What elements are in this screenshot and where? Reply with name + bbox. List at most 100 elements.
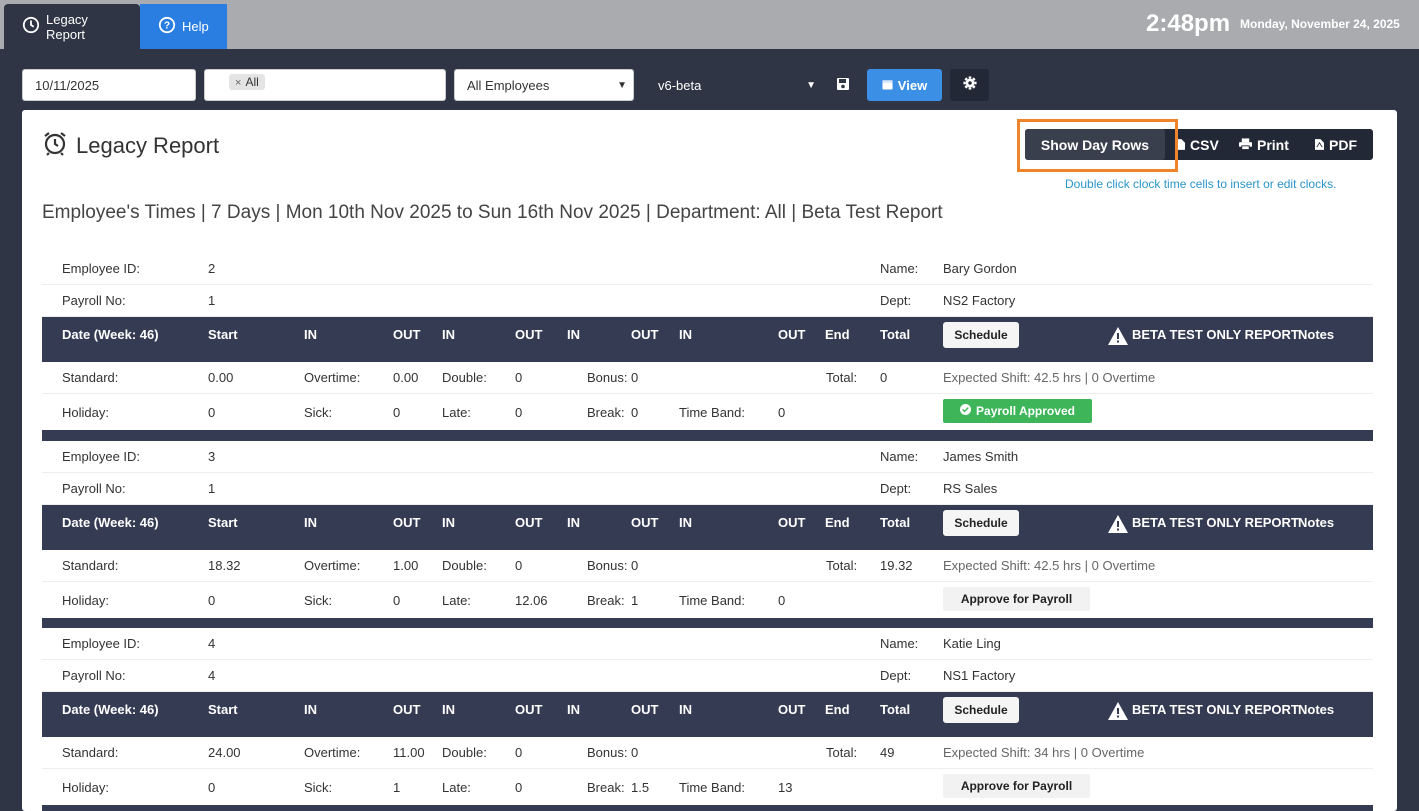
payroll-approved-badge[interactable]: Payroll Approved (943, 399, 1092, 423)
settings-button[interactable] (950, 69, 989, 101)
hint-text: Double click clock time cells to insert … (1065, 177, 1337, 191)
column-header-date_week: Date (Week: 46) (62, 327, 159, 342)
column-header-date_week: Date (Week: 46) (62, 702, 159, 717)
column-header-date_week: Date (Week: 46) (62, 515, 159, 530)
version-select[interactable]: v6-beta ▼ (642, 69, 822, 101)
gear-icon (962, 75, 977, 95)
break-label: Break: (587, 779, 625, 795)
time-band-label: Time Band: (679, 779, 745, 795)
column-header-in: IN (679, 327, 692, 342)
report-title: Employee's Times | 7 Days | Mon 10th Nov… (42, 202, 943, 223)
column-header-in: IN (304, 702, 317, 717)
chevron-down-icon: ▼ (806, 79, 816, 91)
employees-select-value: All Employees (467, 77, 550, 93)
column-header-end: End (825, 702, 850, 717)
column-header-out: OUT (778, 515, 806, 530)
tag-all[interactable]: × All (229, 74, 265, 90)
column-header-out: OUT (515, 515, 543, 530)
department-tags-input[interactable]: × All (204, 69, 446, 101)
tab-legacy-report[interactable]: Legacy Report (4, 4, 140, 49)
double-label: Double: (442, 745, 487, 760)
column-header-out: OUT (778, 702, 806, 717)
column-header-total: Total (880, 702, 911, 717)
employee-id-label: Employee ID: (62, 449, 141, 464)
pdf-label: PDF (1329, 136, 1357, 153)
standard-label: Standard: (62, 745, 119, 760)
day-header-row: Date (Week: 46) Start IN OUT IN OUT IN OUT IN OUT… (42, 317, 1373, 362)
payroll-row: Payroll No: 1 Dept: NS2 Factory (42, 285, 1373, 317)
warning-icon (1108, 327, 1128, 348)
beta-label: BETA TEST ONLY REPORT (1132, 327, 1299, 342)
overtime-label: Overtime: (304, 370, 361, 385)
column-header-in: IN (442, 327, 455, 342)
bonus-value: 0 (631, 370, 639, 385)
warning-icon (1108, 515, 1128, 536)
payroll-no-label: Payroll No: (62, 481, 126, 496)
alarm-clock-icon (42, 130, 68, 162)
total-label: Total: (826, 558, 858, 573)
schedule-button[interactable]: Schedule (943, 510, 1019, 536)
column-header-in: IN (567, 327, 580, 342)
highlight-box (1017, 119, 1178, 172)
break-label: Break: (587, 592, 625, 608)
column-header-out: OUT (631, 515, 659, 530)
column-header-out: OUT (393, 327, 421, 342)
schedule-button[interactable]: Schedule (943, 322, 1019, 348)
sick-label: Sick: (304, 404, 333, 420)
payroll-no-value: 4 (208, 668, 216, 683)
column-header-out: OUT (515, 327, 543, 342)
dept-value: NS2 Factory (943, 293, 1016, 308)
holiday-label: Holiday: (62, 592, 109, 608)
pdf-button[interactable]: PDF (1315, 129, 1357, 160)
dept-value: NS1 Factory (943, 668, 1016, 683)
tab-help[interactable]: ? Help (140, 4, 227, 49)
remove-tag-icon[interactable]: × (235, 77, 241, 89)
date-input[interactable]: 10/11/2025 (22, 69, 196, 101)
dept-label: Dept: (880, 481, 912, 496)
late-label: Late: (442, 404, 471, 420)
column-header-out: OUT (631, 327, 659, 342)
payroll-no-label: Payroll No: (62, 293, 126, 308)
save-icon[interactable] (836, 77, 850, 91)
clock-icon (22, 16, 40, 37)
employees-select[interactable]: All Employees ▼ (454, 69, 634, 101)
employee-id-value: 2 (208, 261, 216, 276)
check-circle-icon (960, 404, 972, 418)
column-header-total: Total (880, 327, 911, 342)
total-value: 49 (880, 745, 895, 760)
bonus-label: Bonus: (587, 558, 628, 573)
tab-label: Help (182, 19, 209, 34)
approve-for-payroll-button[interactable]: Approve for Payroll (943, 774, 1090, 798)
csv-button[interactable]: CSV (1176, 129, 1219, 160)
standard-label: Standard: (62, 558, 119, 573)
time-band-value: 0 (778, 592, 786, 608)
standard-label: Standard: (62, 370, 119, 385)
late-label: Late: (442, 779, 471, 795)
beta-label: BETA TEST ONLY REPORT (1132, 515, 1299, 530)
late-value: 0 (515, 404, 523, 420)
payroll-no-value: 1 (208, 481, 216, 496)
beta-warning: BETA TEST ONLY REPORT (1108, 505, 1299, 550)
overtime-label: Overtime: (304, 558, 361, 573)
employee-id-row: Employee ID: 2 Name: Bary Gordon (42, 253, 1373, 285)
column-header-end: End (825, 515, 850, 530)
employee-id-value: 4 (208, 636, 216, 651)
schedule-button[interactable]: Schedule (943, 697, 1019, 723)
absence-row: Holiday: 0 Sick: 0 Late: 0 Break: 0 Time Band: 0 P… (42, 394, 1373, 431)
view-button[interactable]: View (867, 69, 942, 101)
employee-id-value: 3 (208, 449, 216, 464)
sick-label: Sick: (304, 592, 333, 608)
standard-value: 24.00 (208, 745, 241, 760)
top-bar: Legacy Report ? Help 2:48pm Monday, Nove… (0, 0, 1419, 49)
employee-separator (42, 805, 1373, 811)
holiday-value: 0 (208, 779, 216, 795)
total-label: Total: (826, 370, 858, 385)
column-header-in: IN (304, 515, 317, 530)
summary-row: Standard: 0.00 Overtime: 0.00 Double: 0 Bonus:… (42, 362, 1373, 394)
standard-value: 0.00 (208, 370, 234, 385)
beta-warning: BETA TEST ONLY REPORT (1108, 692, 1299, 737)
approve-for-payroll-button[interactable]: Approve for Payroll (943, 587, 1090, 611)
print-button[interactable]: Print (1239, 129, 1289, 160)
column-header-out: OUT (393, 702, 421, 717)
column-header-in: IN (679, 702, 692, 717)
